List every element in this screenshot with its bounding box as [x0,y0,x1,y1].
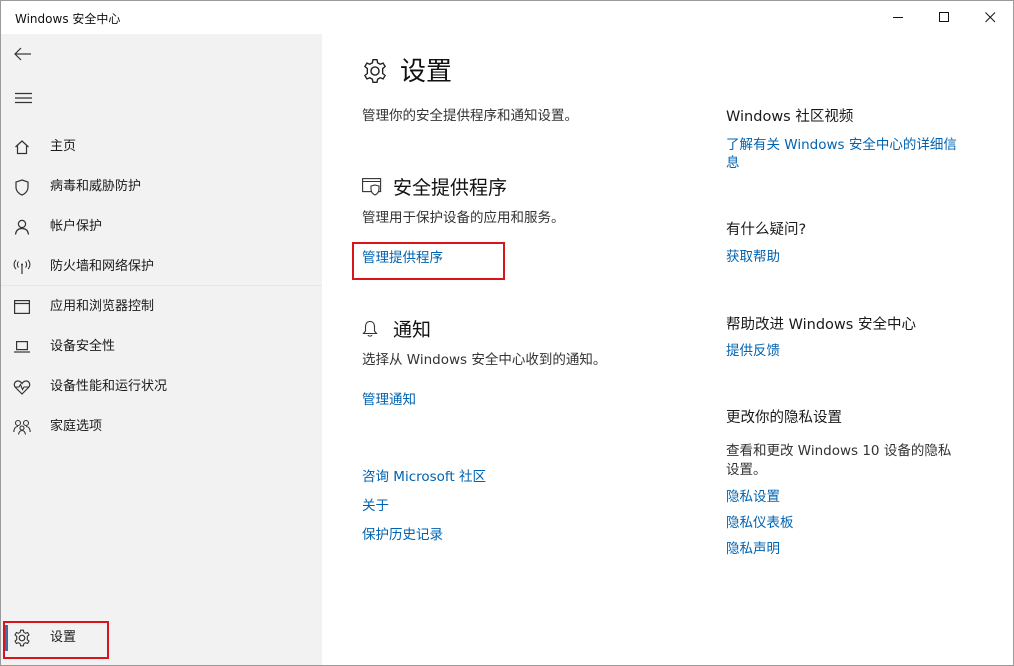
sidebar-item-family-options[interactable]: 家庭选项 [1,407,322,447]
sidebar-item-app-browser-control[interactable]: 应用和浏览器控制 [1,287,322,327]
get-help-link[interactable]: 获取帮助 [726,247,780,267]
sidebar-item-label: 设备安全性 [50,339,116,354]
give-feedback-link[interactable]: 提供反馈 [726,341,780,361]
notifications-section-title: 通知 [393,319,432,341]
shield-icon [13,178,31,196]
sidebar-item-label: 应用和浏览器控制 [50,299,155,314]
main-content: 设置 管理你的安全提供程序和通知设置。 安全提供程序 管理用于保护设备的应用和服… [322,34,1013,665]
notifications-description: 选择从 Windows 安全中心收到的通知。 [362,352,607,368]
window-title: Windows 安全中心 [15,12,121,26]
person-icon [13,218,31,236]
microsoft-community-link[interactable]: 咨询 Microsoft 社区 [362,467,486,487]
wireless-antenna-icon [13,258,31,276]
gear-icon [364,59,386,83]
sidebar-item-label: 设备性能和运行状况 [50,379,168,394]
privacy-statement-link[interactable]: 隐私声明 [726,539,780,559]
maximize-icon [938,12,949,22]
sidebar-divider [1,285,322,286]
sidebar-item-virus-protection[interactable]: 病毒和威胁防护 [1,167,322,207]
page-title: 设置 [400,57,453,87]
privacy-heading: 更改你的隐私设置 [726,410,842,426]
privacy-text: 查看和更改 Windows 10 设备的隐私 [726,443,952,459]
privacy-settings-link[interactable]: 隐私设置 [726,487,780,507]
back-arrow-icon [14,47,31,61]
sidebar-item-label: 帐户保护 [50,219,103,234]
sidebar-item-device-security[interactable]: 设备安全性 [1,327,322,367]
back-button[interactable] [9,42,37,66]
sidebar-item-home[interactable]: 主页 [1,127,322,167]
maximize-button[interactable] [921,1,967,34]
windows-security-window: Windows 安全中心 主页 病毒和威胁防护 帐户保护 防火墙和网络保护 应用… [0,0,1014,666]
heart-pulse-icon [13,378,31,396]
close-icon [984,12,995,23]
sidebar-item-label: 病毒和威胁防护 [50,179,142,194]
sidebar-item-firewall[interactable]: 防火墙和网络保护 [1,247,322,287]
providers-description: 管理用于保护设备的应用和服务。 [362,210,565,226]
security-provider-icon [362,178,382,200]
highlight-box-settings [3,621,109,659]
sidebar-item-account-protection[interactable]: 帐户保护 [1,207,322,247]
learn-more-link[interactable]: 了解有关 Windows 安全中心的详细信 [726,135,957,155]
sidebar-item-label: 防火墙和网络保护 [50,259,155,274]
providers-section-title: 安全提供程序 [393,177,508,199]
sidebar-item-device-performance[interactable]: 设备性能和运行状况 [1,367,322,407]
title-bar: Windows 安全中心 [1,1,1013,34]
about-link[interactable]: 关于 [362,496,389,516]
sidebar-item-label: 主页 [50,139,77,154]
app-window-icon [13,298,31,316]
bell-icon [362,320,378,342]
minimize-button[interactable] [875,1,921,34]
manage-notifications-link[interactable]: 管理通知 [362,390,416,410]
sidebar: 主页 病毒和威胁防护 帐户保护 防火墙和网络保护 应用和浏览器控制 设备安全性 … [1,34,322,665]
highlight-box-manage-providers [352,242,505,280]
learn-more-link-continued[interactable]: 息 [726,153,740,173]
sidebar-item-label: 家庭选项 [50,419,103,434]
family-icon [13,418,31,436]
hamburger-icon [14,92,32,104]
hamburger-menu-button[interactable] [9,86,37,110]
improve-heading: 帮助改进 Windows 安全中心 [726,317,916,333]
close-button[interactable] [967,1,1013,34]
privacy-text-continued: 设置。 [726,462,767,478]
page-title-icon [362,58,388,88]
privacy-dashboard-link[interactable]: 隐私仪表板 [726,513,794,533]
laptop-icon [13,338,31,356]
questions-heading: 有什么疑问? [726,222,807,238]
community-video-heading: Windows 社区视频 [726,109,854,125]
minimize-icon [892,17,903,18]
home-icon [13,138,31,156]
page-subtitle: 管理你的安全提供程序和通知设置。 [362,108,578,124]
protection-history-link[interactable]: 保护历史记录 [362,525,443,545]
